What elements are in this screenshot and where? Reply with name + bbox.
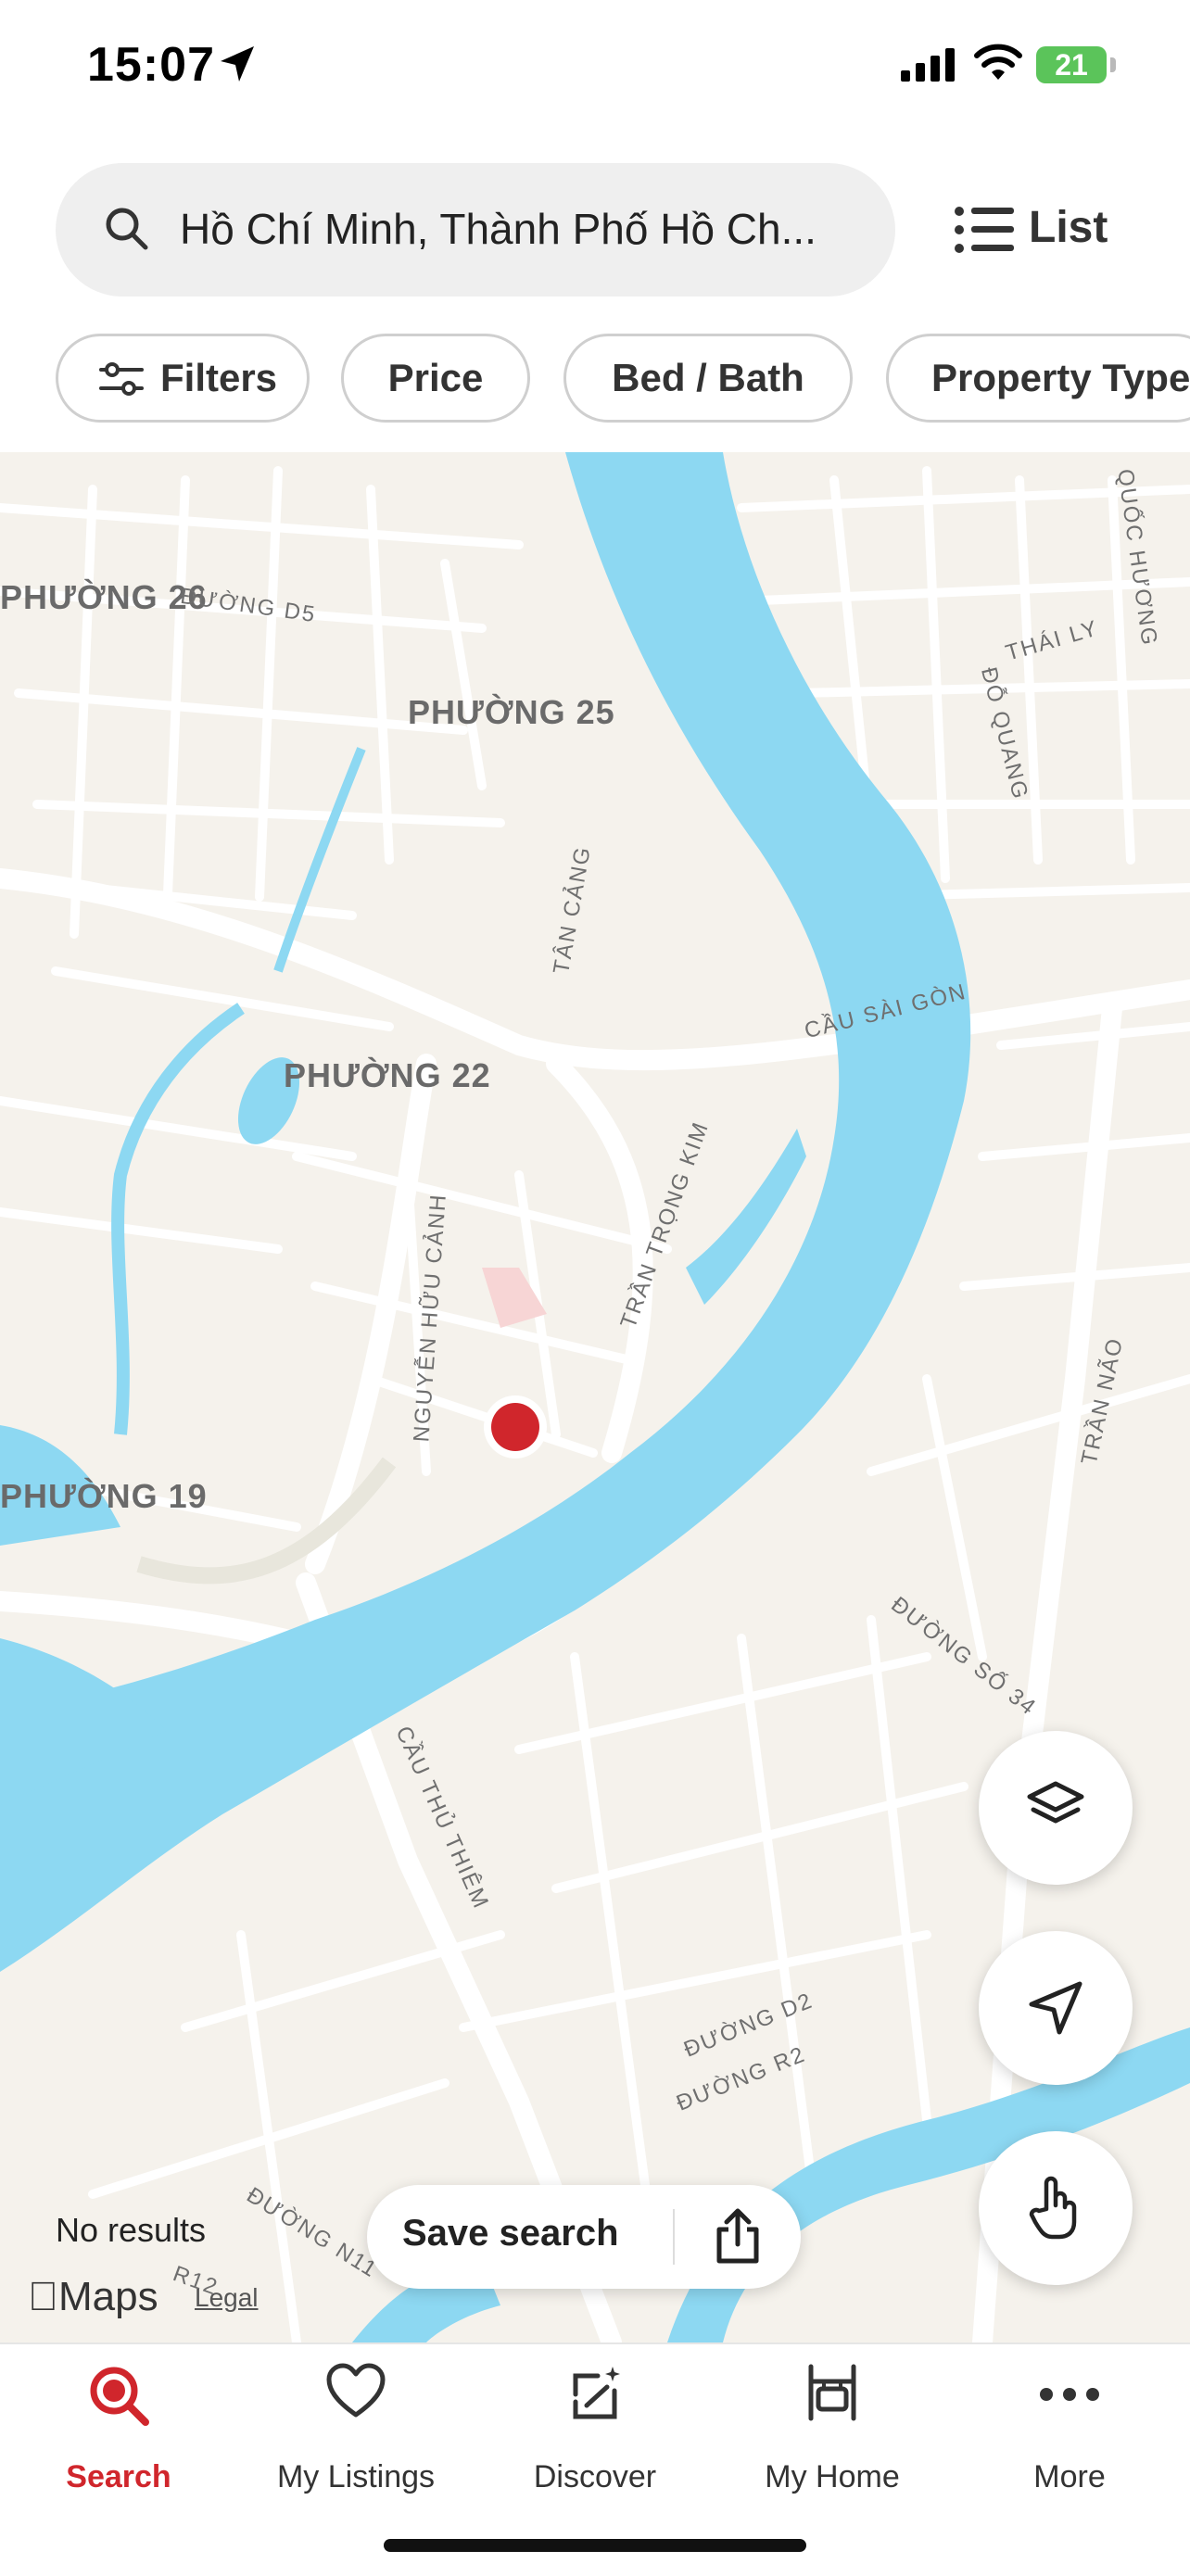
map-district-label: PHƯỜNG 25 (408, 693, 615, 731)
more-icon (1040, 2388, 1099, 2401)
tab-label: My Listings (276, 2459, 436, 2494)
share-icon[interactable] (712, 2207, 764, 2265)
wifi-icon (974, 44, 1022, 80)
location-arrow-icon (221, 46, 254, 82)
tab-more[interactable]: More (968, 2363, 1171, 2502)
tab-label: My Home (765, 2459, 900, 2494)
navigation-arrow-icon (1029, 1981, 1082, 2035)
tab-label: Search (66, 2459, 171, 2494)
battery-cap (1110, 57, 1116, 72)
status-time: 15:07 (87, 38, 215, 92)
save-search-bar: Save search (367, 2185, 801, 2289)
list-icon (955, 207, 1014, 253)
layers-icon (1027, 1781, 1084, 1824)
status-bar: 15:07 21 (0, 0, 1190, 139)
filters-chip[interactable]: Filters (56, 334, 310, 423)
bed-bath-chip[interactable]: Bed / Bath (563, 334, 853, 423)
sliders-icon (99, 362, 144, 396)
search-icon (90, 2367, 149, 2426)
discover-icon (573, 2367, 620, 2419)
divider (673, 2209, 675, 2265)
draw-area-button[interactable] (979, 2131, 1133, 2285)
home-icon (808, 2364, 856, 2421)
apple-maps-logo: Maps (28, 2274, 158, 2320)
legal-link[interactable]: Legal (195, 2283, 259, 2313)
map-district-label: PHƯỜNG 26 (0, 578, 208, 616)
map-layers-button[interactable] (979, 1731, 1133, 1885)
tab-search[interactable]: Search (17, 2363, 221, 2502)
map-district-label: PHƯỜNG 22 (284, 1056, 491, 1094)
maps-attribution: Maps (28, 2274, 158, 2319)
tab-my-listings[interactable]: My Listings (254, 2363, 458, 2502)
map-view[interactable]: PHƯỜNG 26 PHƯỜNG 25 PHƯỜNG 22 PHƯỜNG 19 … (0, 452, 1190, 2342)
results-count: No results (56, 2211, 207, 2249)
battery-icon: 21 (1036, 46, 1107, 83)
list-button-label: List (1029, 203, 1108, 252)
map-district-label: PHƯỜNG 19 (0, 1477, 208, 1515)
tab-label: Discover (533, 2459, 657, 2494)
heart-icon (326, 2363, 386, 2418)
battery-level: 21 (1055, 48, 1088, 82)
price-chip[interactable]: Price (341, 334, 530, 423)
filters-chip-label: Filters (160, 356, 278, 399)
save-search-button[interactable]: Save search (402, 2213, 619, 2254)
home-indicator (384, 2539, 806, 2552)
property-type-chip[interactable]: Property Type (886, 334, 1190, 423)
my-location-button[interactable] (979, 1931, 1133, 2085)
search-icon (106, 208, 148, 250)
hand-pointer-icon (1029, 2176, 1077, 2240)
tab-discover[interactable]: Discover (493, 2363, 697, 2502)
tab-my-home[interactable]: My Home (730, 2363, 934, 2502)
search-query: Hồ Chí Minh, Thành Phố Hồ Ch... (180, 205, 817, 253)
search-bar[interactable]: Hồ Chí Minh, Thành Phố Hồ Ch... (56, 163, 895, 297)
cellular-signal-icon (901, 48, 955, 82)
tab-label: More (1033, 2459, 1106, 2494)
